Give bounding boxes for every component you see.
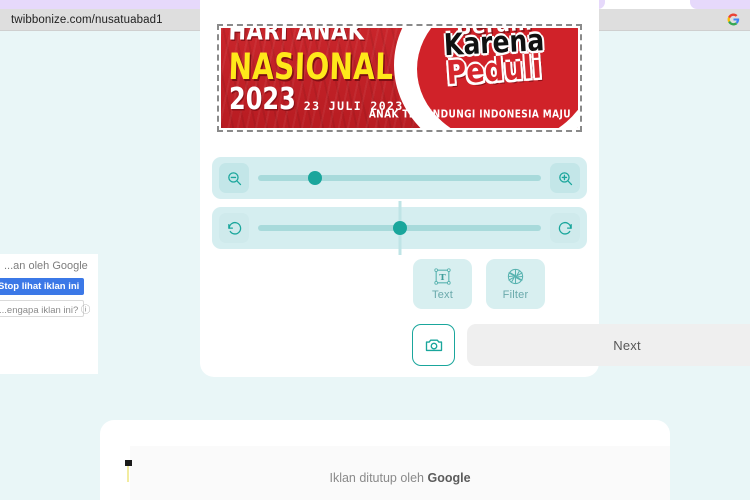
zoom-slider[interactable] (258, 163, 541, 193)
rotate-left-button[interactable] (219, 213, 249, 243)
rotate-slider-row (212, 201, 587, 255)
banner-left-text-group: HARI ANAK NASIONAL 2023 23 JULI 2023 (227, 28, 425, 117)
rotate-slider[interactable] (258, 201, 541, 255)
svg-text:T: T (439, 273, 446, 283)
text-tool-button[interactable]: T Text (413, 259, 472, 309)
closed-ad-slot: Iklan ditutup oleh Google (130, 446, 670, 500)
zoom-out-icon (227, 171, 241, 185)
zoom-in-icon (558, 171, 572, 185)
google-ad-popup: ...an oleh Google Stop lihat iklan ini .… (0, 254, 98, 374)
text-tool-label: Text (432, 289, 453, 301)
browser-tab-active[interactable] (605, 0, 690, 9)
closed-ad-prefix: Iklan ditutup oleh (329, 471, 428, 485)
banner-year: 2023 (229, 81, 296, 117)
closed-ad-text: Iklan ditutup oleh Google (130, 471, 670, 485)
camera-icon (425, 339, 442, 352)
banner-badge-group: Berani Karena Peduli (414, 28, 574, 92)
rotate-right-button[interactable] (550, 213, 580, 243)
closed-ad-brand: Google (427, 471, 471, 485)
ad-why-button[interactable]: ...engapa iklan ini? ⓘ (0, 300, 90, 317)
google-g-icon[interactable] (727, 13, 740, 26)
banner-title-line1: HARI ANAK (228, 28, 366, 46)
ad-popup-header: ...an oleh Google (4, 260, 88, 272)
twibbon-banner-image: HARI ANAK NASIONAL 2023 23 JULI 2023 Ber… (221, 28, 578, 128)
zoom-out-button[interactable] (219, 163, 249, 193)
ad-why-label: ...engapa iklan ini? ⓘ (0, 304, 91, 316)
camera-button[interactable] (412, 324, 455, 366)
page-root: twibbonize.com/nusatuabad1 HARI ANAK NAS… (0, 0, 750, 500)
ad-stop-button[interactable]: Stop lihat iklan ini (0, 278, 84, 295)
twibbon-preview-area: HARI ANAK NASIONAL 2023 23 JULI 2023 Ber… (217, 0, 582, 138)
rotate-slider-thumb[interactable] (392, 221, 407, 235)
filter-tool-button[interactable]: Filter (486, 259, 545, 309)
zoom-slider-row (212, 157, 587, 199)
zoom-slider-thumb[interactable] (307, 171, 322, 185)
browser-tab-inactive-right[interactable] (690, 0, 750, 9)
banner-title-line2: NASIONAL (227, 45, 394, 88)
rotate-left-icon (227, 221, 241, 235)
twibbon-crop-frame[interactable]: HARI ANAK NASIONAL 2023 23 JULI 2023 Ber… (217, 24, 582, 132)
url-text[interactable]: twibbonize.com/nusatuabad1 (11, 14, 163, 26)
lower-content-card: Iklan ditutup oleh Google (100, 420, 670, 500)
filter-tool-label: Filter (502, 289, 529, 301)
zoom-slider-track (258, 175, 541, 181)
rotate-right-icon (558, 221, 572, 235)
zoom-in-button[interactable] (550, 163, 580, 193)
twibbon-editor-card: HARI ANAK NASIONAL 2023 23 JULI 2023 Ber… (200, 0, 750, 377)
banner-tagline: ANAK TERLINDUNGI INDONESIA MAJU (368, 109, 571, 122)
next-button[interactable]: Next (467, 324, 750, 366)
aperture-icon (507, 268, 524, 285)
ad-stop-label: Stop lihat iklan ini (0, 281, 80, 292)
text-box-icon: T (434, 268, 451, 285)
next-button-label: Next (613, 337, 641, 353)
ad-corner-marker-line (127, 466, 129, 482)
